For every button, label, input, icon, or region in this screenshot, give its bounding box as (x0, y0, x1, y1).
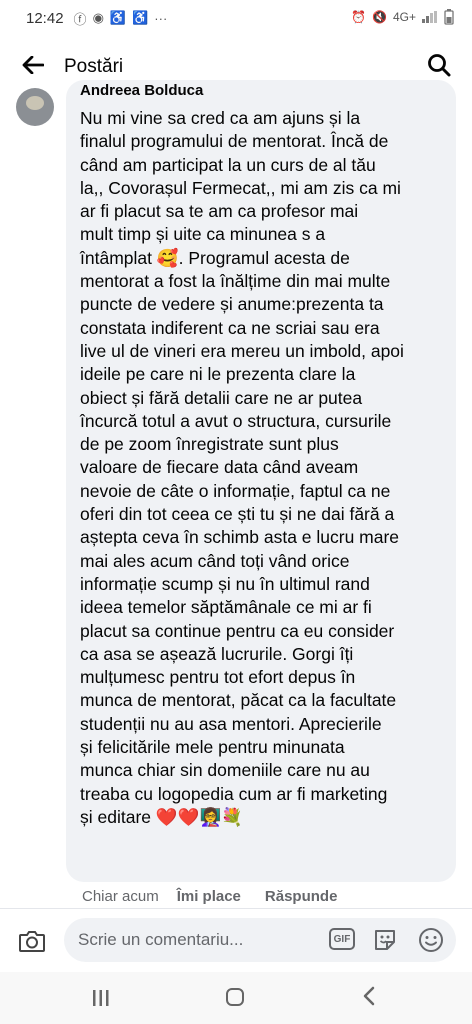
battery-icon (444, 9, 454, 25)
sticker-icon (375, 930, 395, 950)
sticker-button[interactable] (372, 927, 398, 953)
camera-button[interactable] (18, 928, 46, 956)
comment-bubble: Andreea Bolduca Nu mi vine sa cred ca am… (66, 80, 456, 882)
nav-back-button[interactable] (362, 986, 376, 1012)
emoji-button[interactable] (418, 927, 444, 953)
messenger-icon: ◉ (92, 10, 104, 25)
comment-placeholder: Scrie un comentariu... (78, 930, 244, 949)
recent-apps-icon (93, 990, 109, 1006)
back-arrow-icon (22, 56, 44, 74)
facebook-icon: ⓕ (73, 11, 87, 27)
chevron-left-icon (363, 986, 375, 1006)
signal-icon (422, 11, 437, 23)
emoji-icon (419, 928, 443, 952)
gif-button[interactable]: GIF (329, 928, 355, 950)
avatar[interactable] (16, 88, 54, 126)
back-button[interactable] (18, 50, 48, 80)
comment-author[interactable]: Andreea Bolduca (80, 82, 203, 100)
comment-text: Nu mi vine sa cred ca am ajuns și la fin… (80, 108, 404, 827)
divider (0, 908, 472, 909)
alarm-icon: ⏰ (351, 10, 367, 24)
comment-actions: Chiar acum Îmi place Răspunde (82, 888, 337, 905)
recent-apps-button[interactable] (92, 990, 110, 1011)
reply-button[interactable]: Răspunde (265, 888, 338, 905)
status-bar: 12:42 ⓕ ◉ ♿ ♿ ··· ⏰ 🔇 4G+ (0, 0, 472, 36)
notification-icons: ⓕ ◉ ♿ ♿ ··· (74, 9, 168, 28)
accessibility-icon: ♿ (109, 10, 127, 25)
page-title: Postări (64, 56, 124, 77)
search-icon (428, 54, 451, 77)
system-icons: ⏰ 🔇 4G+ (351, 9, 454, 25)
camera-icon (19, 931, 45, 952)
network-label: 4G+ (392, 10, 416, 24)
comment-input[interactable]: Scrie un comentariu... GIF (64, 918, 456, 962)
comment-composer: Scrie un comentariu... GIF (0, 912, 472, 970)
accessibility-icon: ♿ (132, 10, 149, 25)
more-icon: ··· (154, 10, 168, 26)
comment-time: Chiar acum (82, 888, 159, 905)
search-button[interactable] (424, 50, 454, 80)
system-nav-bar (0, 972, 472, 1024)
mute-icon: 🔇 (372, 10, 387, 24)
status-time: 12:42 (26, 9, 64, 27)
home-button[interactable] (226, 988, 244, 1006)
like-button[interactable]: Îmi place (177, 888, 241, 905)
